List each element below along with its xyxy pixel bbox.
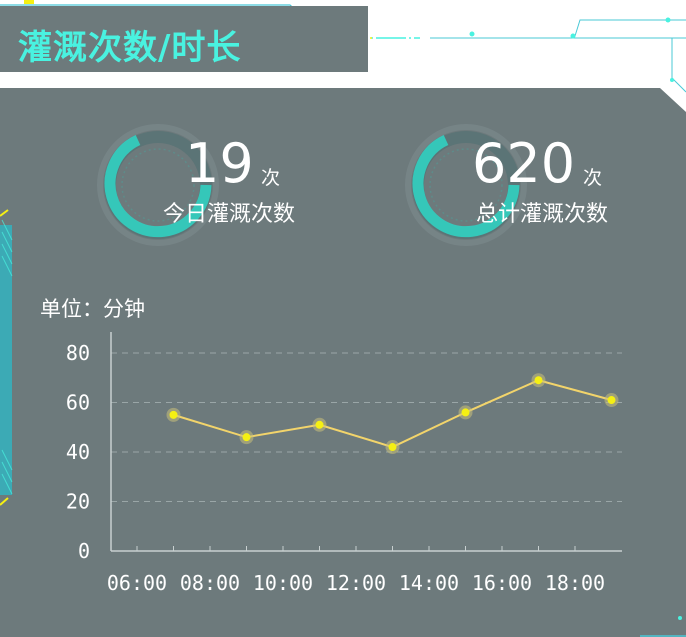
x-tick-label: 10:00 [253, 571, 313, 595]
y-tick-label: 60 [66, 391, 90, 415]
data-point [461, 408, 470, 417]
data-point [242, 433, 251, 442]
y-tick-label: 40 [66, 440, 90, 464]
data-point [607, 396, 616, 405]
x-tick-label: 16:00 [472, 571, 532, 595]
x-tick-label: 08:00 [180, 571, 240, 595]
line-chart: 0 20 40 60 80 06:00 08:00 10:00 12:00 14:00 16:00 1… [66, 332, 622, 595]
y-tick-label: 0 [78, 539, 90, 563]
data-point [315, 420, 324, 429]
x-tick-label: 06:00 [107, 571, 167, 595]
series-line [173, 379, 612, 449]
data-point [534, 376, 543, 385]
y-tick-label: 80 [66, 341, 90, 365]
x-tick-label: 12:00 [326, 571, 386, 595]
x-tick-label: 14:00 [399, 571, 459, 595]
x-tick-label: 18:00 [545, 571, 605, 595]
data-point [169, 410, 178, 419]
y-tick-label: 20 [66, 490, 90, 514]
data-point [388, 443, 397, 452]
